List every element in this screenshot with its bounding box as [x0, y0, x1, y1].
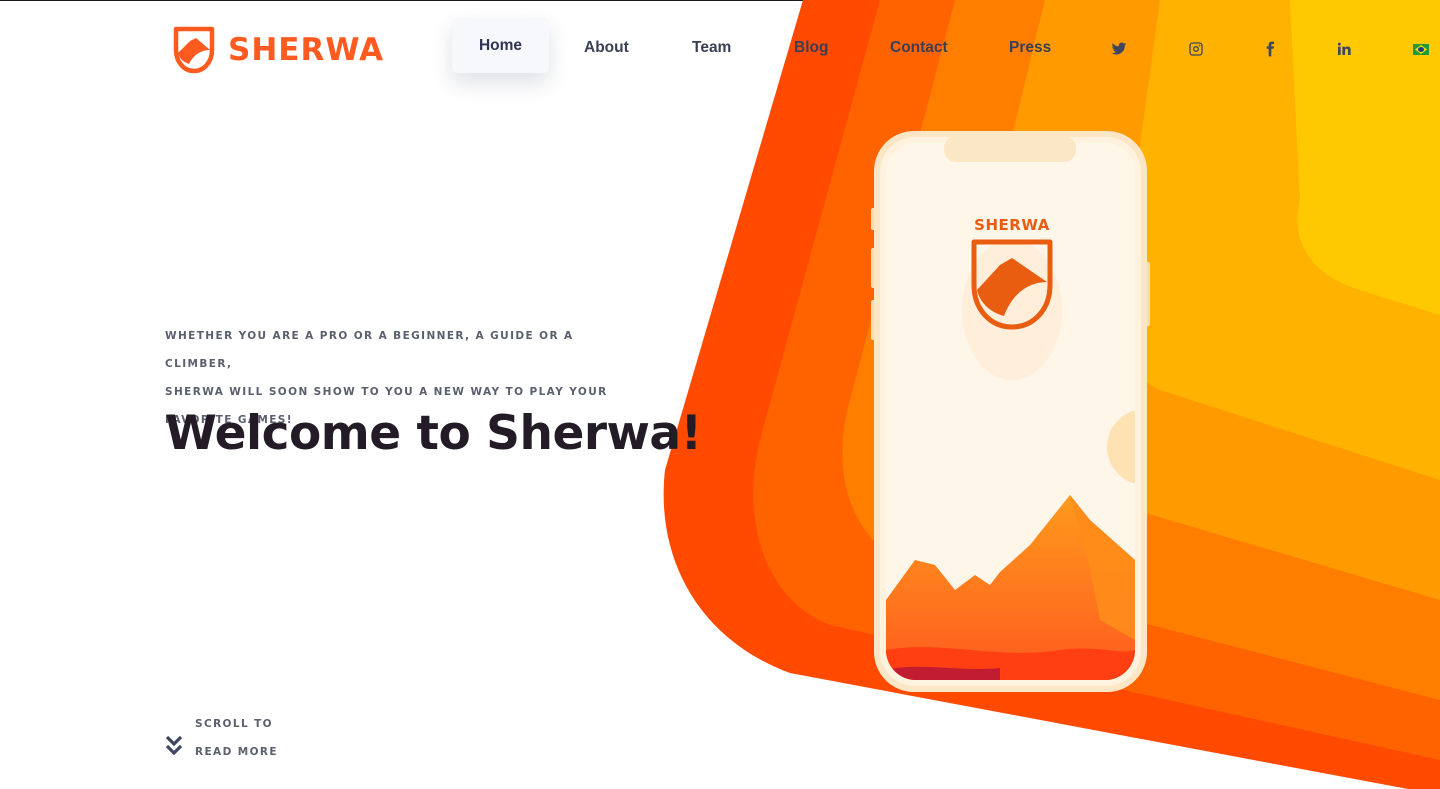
- scroll-label-line-1: SCROLL TO: [195, 718, 274, 730]
- scroll-label-line-2: READ MORE: [195, 746, 278, 758]
- brand-name: SHERWA: [228, 32, 385, 68]
- scroll-label: SCROLL TO READ MORE: [195, 710, 278, 766]
- nav-item-home[interactable]: Home: [452, 18, 549, 73]
- hero-title: Welcome to Sherwa!: [165, 406, 702, 461]
- nav-item-blog[interactable]: Blog: [794, 18, 828, 74]
- double-chevron-down-icon: [165, 735, 183, 756]
- nav-item-team[interactable]: Team: [692, 18, 731, 74]
- nav-item-contact[interactable]: Contact: [890, 18, 948, 74]
- nav-item-about[interactable]: About: [584, 18, 629, 74]
- brazil-flag-icon[interactable]: [1413, 44, 1429, 55]
- instagram-icon[interactable]: [1185, 38, 1207, 60]
- twitter-icon[interactable]: [1108, 38, 1130, 60]
- scroll-to-read-more[interactable]: SCROLL TO READ MORE: [165, 710, 278, 766]
- eyebrow-line-1: WHETHER YOU ARE A PRO OR A BEGINNER, A G…: [165, 330, 574, 370]
- eyebrow-line-2: SHERWA WILL SOON SHOW TO YOU A NEW WAY T…: [165, 386, 608, 398]
- brand-logo[interactable]: SHERWA: [172, 26, 384, 74]
- mountain-shield-icon: [173, 26, 215, 74]
- facebook-icon[interactable]: [1259, 38, 1281, 60]
- linkedin-icon[interactable]: [1333, 38, 1355, 60]
- nav-item-press[interactable]: Press: [1009, 18, 1051, 74]
